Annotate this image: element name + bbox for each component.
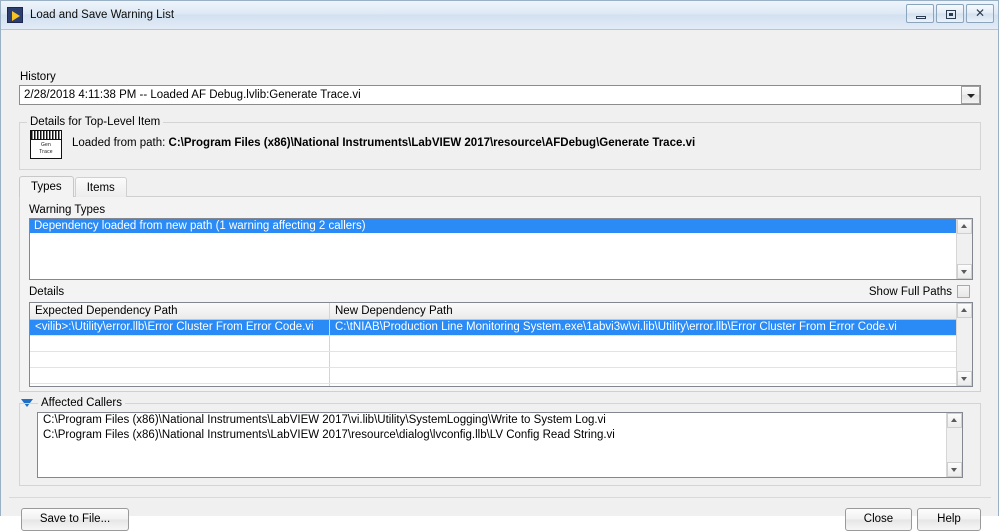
column-header-new-path: New Dependency Path xyxy=(335,305,453,317)
save-to-file-button[interactable]: Save to File... xyxy=(21,508,129,531)
footer-divider xyxy=(9,497,991,498)
details-label: Details xyxy=(29,286,65,298)
warning-type-row[interactable]: Dependency loaded from new path (1 warni… xyxy=(30,219,972,233)
chevron-down-icon[interactable] xyxy=(961,86,980,104)
scroll-down-icon[interactable] xyxy=(957,264,972,279)
column-header-expected-path: Expected Dependency Path xyxy=(30,303,330,319)
scroll-up-icon[interactable] xyxy=(947,413,962,428)
tab-types[interactable]: Types xyxy=(19,176,74,197)
close-dialog-button[interactable]: Close xyxy=(845,508,912,531)
top-level-details-group: Details for Top-Level Item Gen Trace Loa… xyxy=(19,116,981,170)
table-row[interactable] xyxy=(30,368,972,384)
warning-types-scrollbar[interactable] xyxy=(956,219,972,279)
vi-thumbnail-pattern xyxy=(31,131,61,140)
maximize-icon xyxy=(946,10,956,19)
load-save-warning-list-window: Load and Save Warning List ✕ History 2/2… xyxy=(0,0,999,531)
table-row[interactable] xyxy=(30,384,972,386)
history-combobox[interactable]: 2/28/2018 4:11:38 PM -- Loaded AF Debug.… xyxy=(19,85,981,105)
details-table-scrollbar[interactable] xyxy=(956,303,972,386)
cell-expected-path: <vilib>:\Utility\error.llb\Error Cluster… xyxy=(30,320,330,335)
tab-strip: Types Items xyxy=(19,176,128,197)
vi-thumbnail-line1: Gen xyxy=(40,142,52,148)
table-row[interactable] xyxy=(30,352,972,368)
table-row[interactable] xyxy=(30,336,972,352)
cell-expected-path xyxy=(30,368,330,383)
close-button[interactable]: ✕ xyxy=(966,4,994,23)
details-table-header: Expected Dependency Path New Dependency … xyxy=(30,303,972,320)
cell-new-path xyxy=(330,336,972,351)
show-full-paths-label: Show Full Paths xyxy=(868,286,952,298)
cell-new-path xyxy=(330,384,972,386)
close-icon: ✕ xyxy=(974,6,986,20)
window-controls: ✕ xyxy=(906,4,994,23)
scroll-down-icon[interactable] xyxy=(957,371,972,386)
title-bar: Load and Save Warning List ✕ xyxy=(1,1,998,30)
window-title: Load and Save Warning List xyxy=(30,9,175,21)
list-item[interactable]: C:\Program Files (x86)\National Instrume… xyxy=(38,413,962,428)
details-table[interactable]: Expected Dependency Path New Dependency … xyxy=(29,302,973,387)
cell-new-path: C:\tNIAB\Production Line Monitoring Syst… xyxy=(330,320,972,335)
cell-new-path xyxy=(330,352,972,367)
warning-types-label: Warning Types xyxy=(29,204,106,216)
history-selected-value: 2/28/2018 4:11:38 PM -- Loaded AF Debug.… xyxy=(24,89,361,101)
labview-run-arrow-icon xyxy=(7,7,23,23)
cell-expected-path xyxy=(30,336,330,351)
top-level-details-title: Details for Top-Level Item xyxy=(27,116,164,128)
history-label: History xyxy=(20,71,56,83)
minimize-icon xyxy=(916,16,926,19)
loaded-from-path: C:\Program Files (x86)\National Instrume… xyxy=(168,137,696,149)
affected-callers-label: Affected Callers xyxy=(38,397,125,409)
help-button[interactable]: Help xyxy=(917,508,981,531)
affected-callers-listbox[interactable]: C:\Program Files (x86)\National Instrume… xyxy=(37,412,963,478)
vi-thumbnail-icon: Gen Trace xyxy=(30,130,62,159)
cell-expected-path xyxy=(30,352,330,367)
list-item[interactable]: C:\Program Files (x86)\National Instrume… xyxy=(38,428,962,443)
affected-callers-scrollbar[interactable] xyxy=(946,413,962,477)
dialog-body: History 2/28/2018 4:11:38 PM -- Loaded A… xyxy=(1,30,998,531)
scroll-down-icon[interactable] xyxy=(947,462,962,477)
cell-expected-path xyxy=(30,384,330,386)
scroll-up-icon[interactable] xyxy=(957,303,972,318)
tab-items[interactable]: Items xyxy=(74,177,127,197)
maximize-button[interactable] xyxy=(936,4,964,23)
scroll-up-icon[interactable] xyxy=(957,219,972,234)
table-row[interactable]: <vilib>:\Utility\error.llb\Error Cluster… xyxy=(30,320,972,336)
show-full-paths-checkbox[interactable] xyxy=(957,285,970,298)
vi-thumbnail-line2: Trace xyxy=(39,149,53,155)
cell-new-path xyxy=(330,368,972,383)
minimize-button[interactable] xyxy=(906,4,934,23)
loaded-from-path-text: Loaded from path: C:\Program Files (x86)… xyxy=(72,137,695,149)
loaded-from-prefix: Loaded from path: xyxy=(72,137,169,149)
warning-types-listbox[interactable]: Dependency loaded from new path (1 warni… xyxy=(29,218,973,280)
